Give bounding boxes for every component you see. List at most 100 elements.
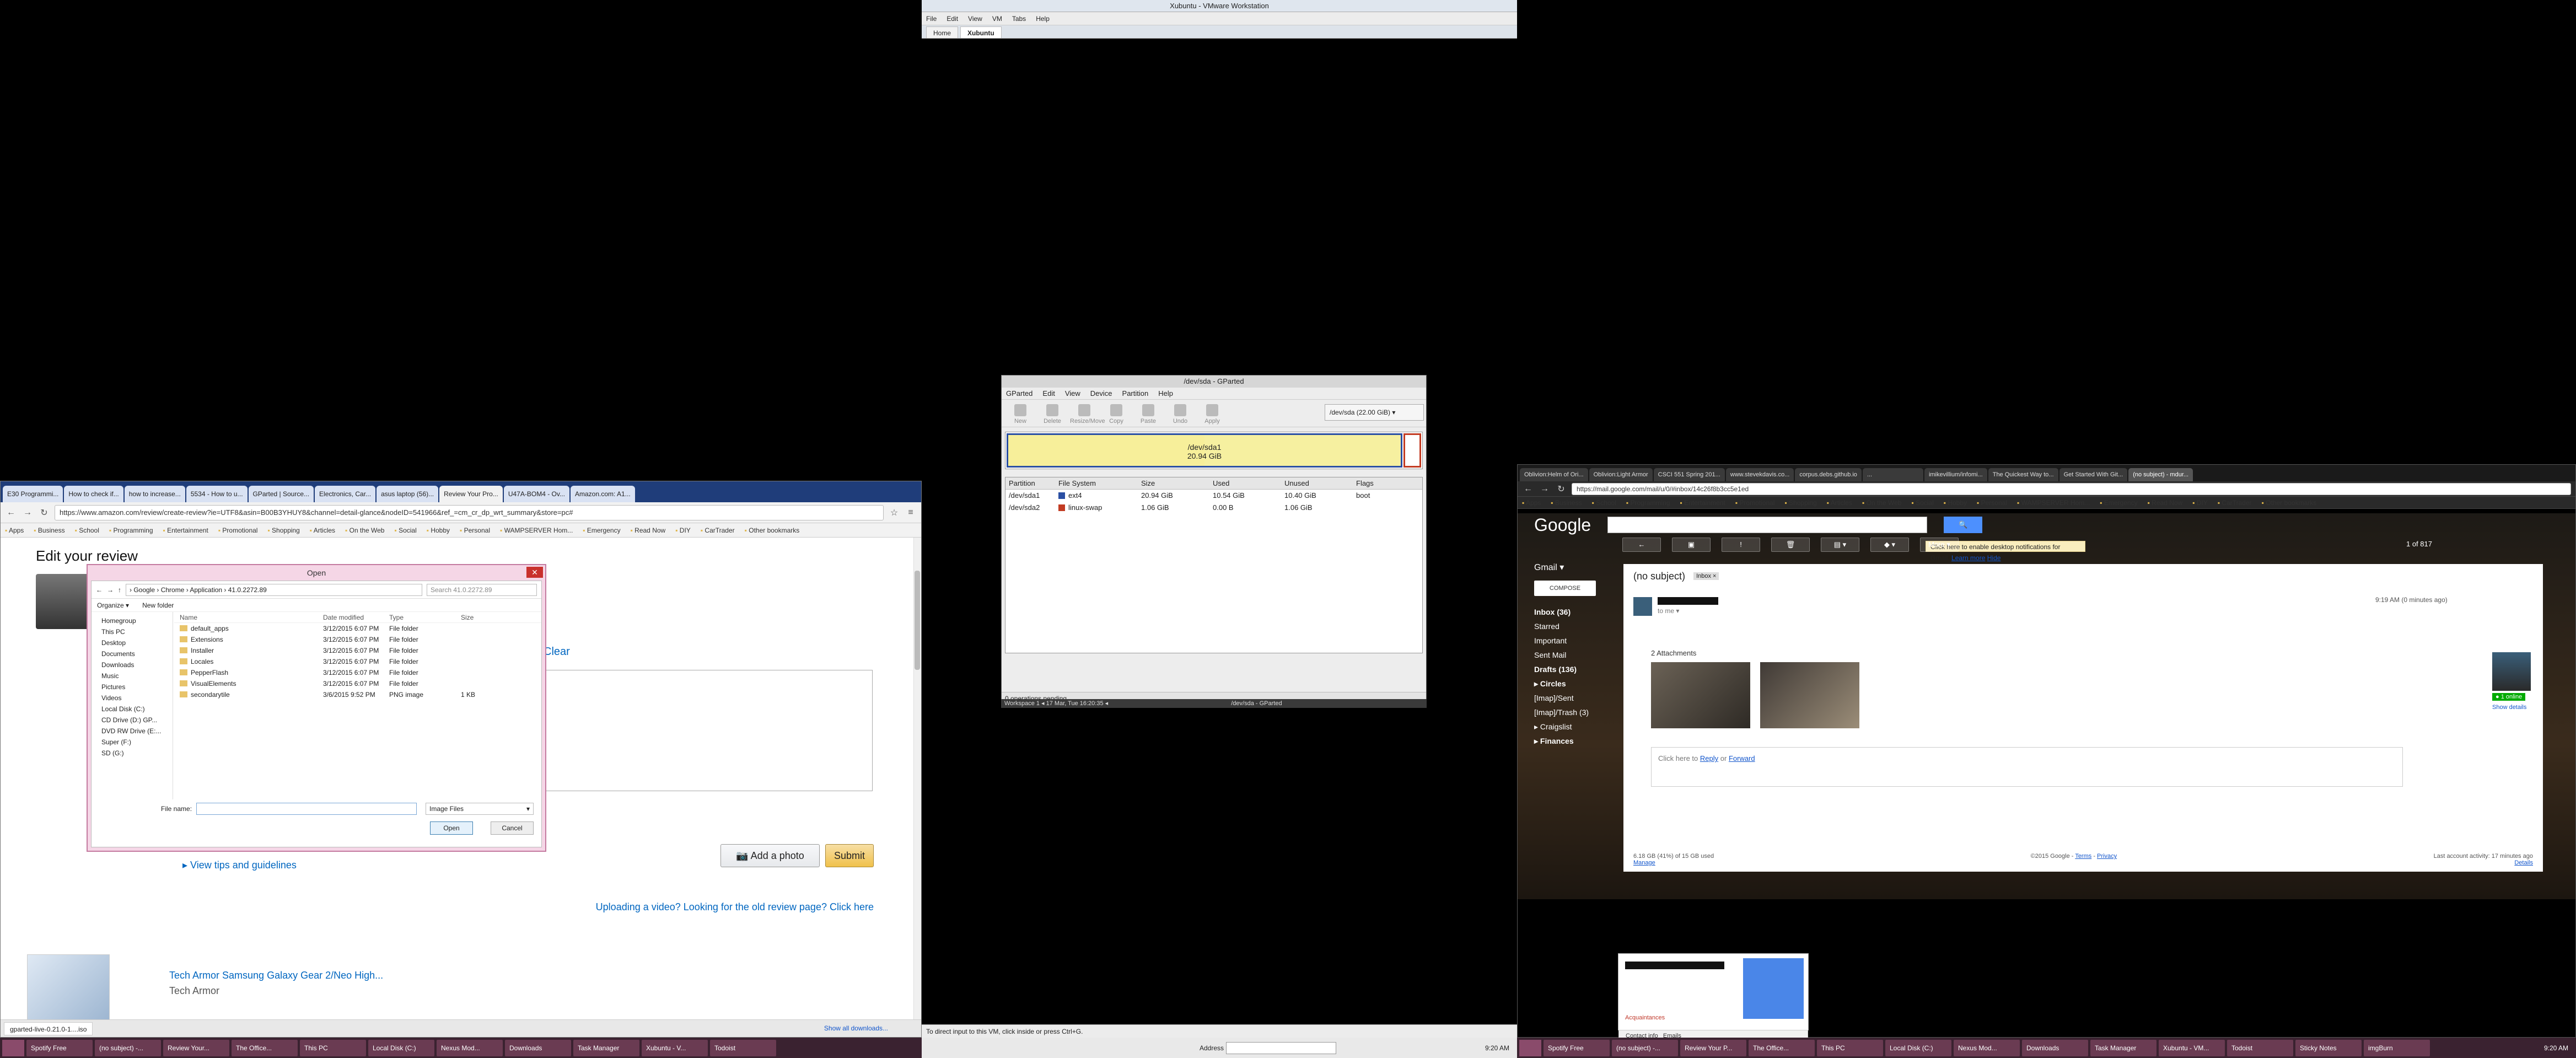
taskbar-button[interactable]: The Office... bbox=[1749, 1039, 1815, 1056]
browser-tab[interactable]: U47A-BOM4 - Ov... bbox=[503, 486, 569, 502]
move-to-button[interactable]: ▤ ▾ bbox=[1821, 538, 1859, 552]
taskbar-button[interactable]: Spotify Free bbox=[26, 1039, 93, 1056]
taskbar-button[interactable]: imgBurn bbox=[2364, 1039, 2430, 1056]
taskbar-clock[interactable]: 9:20 AM bbox=[1480, 1044, 1515, 1052]
cancel-button[interactable]: Cancel bbox=[491, 821, 534, 835]
taskbar-button[interactable]: (no subject) -... bbox=[95, 1039, 161, 1056]
tips-link[interactable]: ▸ View tips and guidelines bbox=[182, 860, 297, 871]
taskbar-button[interactable]: (no subject) -... bbox=[1612, 1039, 1678, 1056]
taskbar-button[interactable]: Local Disk (C:) bbox=[368, 1039, 434, 1056]
folder-item[interactable]: Starred bbox=[1534, 619, 1617, 633]
reload-icon[interactable]: ↻ bbox=[38, 507, 50, 518]
terms-link[interactable]: Terms bbox=[2075, 853, 2091, 860]
browser-tab[interactable]: E30 Programmi... bbox=[3, 486, 63, 502]
bookmark-item[interactable]: Business bbox=[1551, 499, 1582, 507]
to-me-toggle[interactable]: to me ▾ bbox=[1658, 607, 1679, 615]
archive-button[interactable]: ▣ bbox=[1672, 538, 1711, 552]
gparted-tool-button[interactable]: Resize/Move bbox=[1070, 404, 1105, 425]
taskbar-button[interactable]: Nexus Mod... bbox=[1954, 1039, 2020, 1056]
folder-item[interactable]: ▸ Finances bbox=[1534, 734, 1617, 748]
nav-pane-item[interactable]: Local Disk (C:) bbox=[94, 703, 170, 715]
submit-button[interactable]: Submit bbox=[825, 844, 874, 867]
bookmark-item[interactable]: Promotional bbox=[218, 527, 257, 534]
device-selector[interactable]: /dev/sda (22.00 GiB) ▾ bbox=[1325, 404, 1424, 421]
back-icon[interactable]: ← bbox=[1522, 484, 1534, 494]
taskbar-button[interactable]: This PC bbox=[300, 1039, 366, 1056]
bookmark-item[interactable]: Promotional bbox=[1735, 499, 1774, 507]
bookmark-item[interactable]: Shopping bbox=[267, 527, 300, 534]
bookmark-item[interactable]: Apps bbox=[1522, 499, 1541, 507]
bookmark-item[interactable]: Shopping bbox=[1784, 499, 1817, 507]
nav-pane-item[interactable]: This PC bbox=[94, 626, 170, 637]
learn-more-link[interactable]: Learn more bbox=[1951, 554, 1985, 562]
reply-box[interactable]: Click here to Reply or Forward bbox=[1651, 747, 2403, 787]
bookmark-item[interactable]: Articles bbox=[1827, 499, 1852, 507]
browser-tab[interactable]: Review Your Pro... bbox=[439, 486, 503, 502]
browser-tab[interactable]: www.stevekdavis.co... bbox=[1725, 468, 1794, 481]
inbox-label-chip[interactable]: Inbox × bbox=[1693, 572, 1719, 580]
more-button[interactable]: More ▾ bbox=[1920, 538, 1959, 552]
gparted-tool-button[interactable]: Undo bbox=[1166, 404, 1195, 425]
new-folder-button[interactable]: New folder bbox=[142, 601, 174, 609]
menu-item[interactable]: View bbox=[1065, 389, 1080, 398]
back-to-inbox-button[interactable]: ← bbox=[1622, 538, 1661, 552]
folder-item[interactable]: [Imap]/Trash (3) bbox=[1534, 705, 1617, 719]
column-header[interactable]: Size bbox=[461, 612, 505, 623]
taskbar-button[interactable]: This PC bbox=[1817, 1039, 1883, 1056]
address-toolbar-input[interactable] bbox=[1226, 1041, 1337, 1054]
bookmark-item[interactable]: On the Web bbox=[1862, 499, 1902, 507]
start-button[interactable] bbox=[2, 1039, 24, 1056]
search-button[interactable]: 🔍 bbox=[1944, 517, 1983, 533]
bookmark-item[interactable]: Programming bbox=[1626, 499, 1670, 507]
browser-tab[interactable]: Get Started With Git... bbox=[2059, 468, 2128, 481]
bookmark-item[interactable]: Other bookmarks bbox=[745, 527, 799, 534]
gparted-tool-button[interactable]: Copy bbox=[1102, 404, 1131, 425]
partition-graph[interactable]: /dev/sda1 20.94 GiB bbox=[1005, 432, 1423, 469]
browser-tab[interactable]: Oblivion:Helm of Ori... bbox=[1520, 468, 1588, 481]
taskbar-button[interactable]: Todoist bbox=[710, 1039, 776, 1056]
partition-row[interactable]: /dev/sda1 ext4 20.94 GiB 10.54 GiB 10.40 GiB… bbox=[1005, 490, 1422, 502]
menu-item[interactable]: Device bbox=[1090, 389, 1112, 398]
taskbar-button[interactable]: Local Disk (C:) bbox=[1885, 1039, 1951, 1056]
folder-item[interactable]: Important bbox=[1534, 633, 1617, 648]
folder-item[interactable]: Sent Mail bbox=[1534, 648, 1617, 662]
file-row[interactable]: default_apps 3/12/2015 6:07 PM File folder bbox=[174, 623, 541, 634]
browser-tab[interactable]: 5534 - How to u... bbox=[186, 486, 248, 502]
menu-item[interactable]: View bbox=[968, 15, 982, 23]
compose-button[interactable]: COMPOSE bbox=[1534, 581, 1596, 596]
hide-link[interactable]: Hide bbox=[1987, 554, 2001, 562]
bookmark-item[interactable]: WAMPSERVER Hom... bbox=[500, 527, 573, 534]
reload-icon[interactable]: ↻ bbox=[1555, 484, 1567, 495]
star-icon[interactable]: ☆ bbox=[888, 507, 900, 518]
dialog-path[interactable]: › Google › Chrome › Application › 41.0.2… bbox=[126, 583, 422, 596]
add-photo-button[interactable]: 📷 Add a photo bbox=[720, 844, 820, 867]
contact-circle-tag[interactable]: Acquaintances bbox=[1625, 1014, 1665, 1021]
browser-tab[interactable]: (no subject) - mdur... bbox=[2128, 468, 2193, 481]
close-icon[interactable]: ✕ bbox=[526, 567, 543, 578]
taskbar-button[interactable]: Review Your... bbox=[163, 1039, 229, 1056]
menu-item[interactable]: Help bbox=[1158, 389, 1173, 398]
download-item[interactable]: gparted-live-0.21.0-1....iso bbox=[4, 1022, 93, 1035]
taskbar-button[interactable]: Downloads bbox=[2022, 1039, 2088, 1056]
gparted-tool-button[interactable]: Paste bbox=[1134, 404, 1163, 425]
labels-button[interactable]: ◆ ▾ bbox=[1870, 538, 1909, 552]
taskbar-button[interactable]: Sticky Notes bbox=[2295, 1039, 2362, 1056]
folder-item[interactable]: Inbox (36) bbox=[1534, 605, 1617, 619]
file-row[interactable]: Extensions 3/12/2015 6:07 PM File folder bbox=[174, 634, 541, 645]
file-row[interactable]: Locales 3/12/2015 6:07 PM File folder bbox=[174, 656, 541, 667]
column-header[interactable]: Name bbox=[180, 612, 323, 623]
bookmark-item[interactable]: DIY bbox=[2192, 499, 2208, 507]
menu-item[interactable]: VM bbox=[992, 15, 1002, 23]
bookmark-item[interactable]: Personal bbox=[1977, 499, 2007, 507]
gparted-tool-button[interactable]: Apply bbox=[1198, 404, 1227, 425]
browser-tab[interactable]: asus laptop (56)... bbox=[377, 486, 439, 502]
menu-item[interactable]: Edit bbox=[1042, 389, 1055, 398]
bookmark-item[interactable]: Read Now bbox=[631, 527, 665, 534]
folder-item[interactable]: ▸ Craigslist bbox=[1534, 719, 1617, 734]
bookmark-item[interactable]: School bbox=[1592, 499, 1616, 507]
menu-item[interactable]: Tabs bbox=[1012, 15, 1026, 23]
vmware-tab[interactable]: Xubuntu bbox=[960, 26, 1002, 38]
bookmark-item[interactable]: CarTrader bbox=[2218, 499, 2251, 507]
browser-tab[interactable]: imikevillium/infomi... bbox=[1924, 468, 1987, 481]
privacy-link[interactable]: Privacy bbox=[2097, 853, 2117, 860]
